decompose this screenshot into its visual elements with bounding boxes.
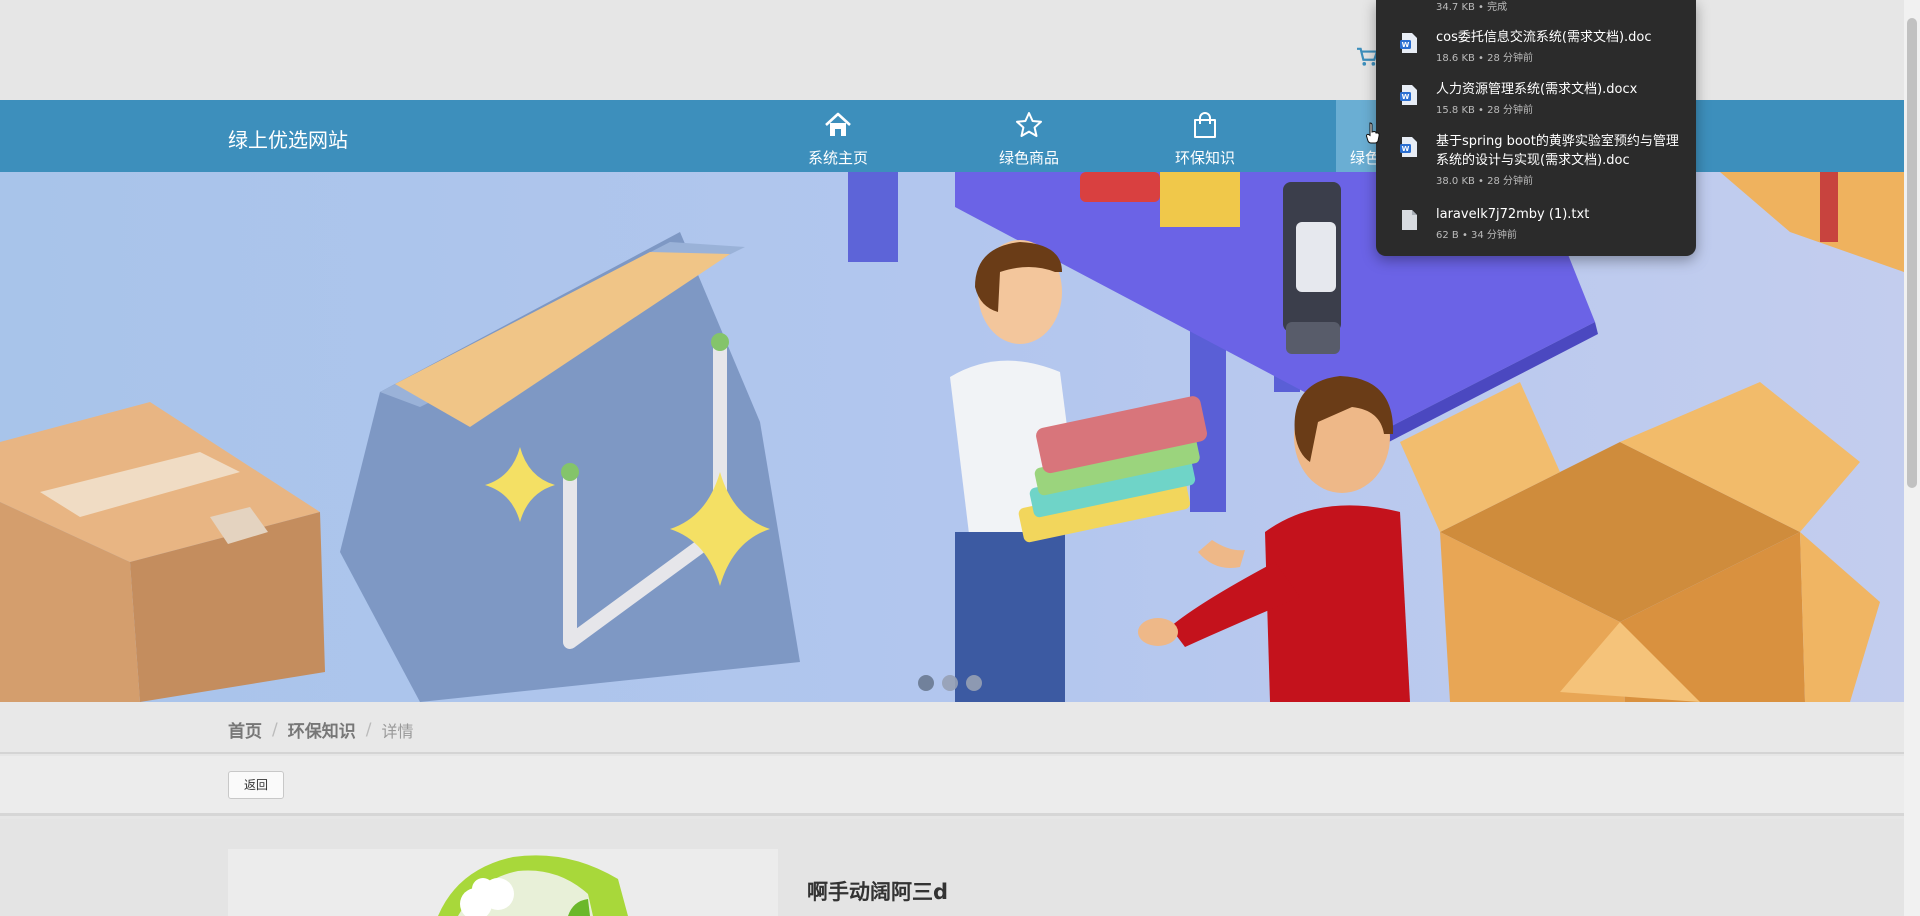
nav-item-green-products[interactable]: 绿色商品 [954, 100, 1104, 172]
download-file-name: 人力资源管理系统(需求文档).docx [1436, 82, 1638, 97]
download-item[interactable]: laravelk7j72mby (1).txt 62 B • 34 分钟前 [1376, 205, 1696, 245]
star-icon [1016, 112, 1042, 137]
nav-item-label: 系统主页 [807, 149, 868, 167]
carousel-dots [918, 675, 982, 691]
svg-text:W: W [1402, 93, 1410, 101]
download-item[interactable]: W 基于spring boot的黄骅实验室预约与管理系统的设计与实现(需求文档)… [1376, 132, 1696, 192]
download-file-name: 基于spring boot的黄骅实验室预约与管理系统的设计与实现(需求文档).d… [1436, 134, 1679, 168]
download-file-name: laravelk7j72mby (1).txt [1436, 207, 1590, 222]
word-doc-icon: W [1400, 85, 1417, 105]
breadcrumb-home[interactable]: 首页 [228, 717, 262, 742]
download-item-partial-meta: 34.7 KB • 完成 [1436, 2, 1508, 13]
word-doc-icon: W [1400, 33, 1417, 53]
download-file-meta: 15.8 KB • 28 分钟前 [1436, 105, 1534, 116]
nav-item-label: 绿色商品 [998, 149, 1059, 167]
svg-text:W: W [1402, 41, 1410, 49]
cart-icon[interactable] [1356, 47, 1378, 67]
download-item[interactable]: W 人力资源管理系统(需求文档).docx 15.8 KB • 28 分钟前 [1376, 80, 1696, 120]
hand-cursor-icon [1366, 122, 1380, 144]
breadcrumb-bar: 首页 / 环保知识 / 详情 [0, 702, 1904, 754]
home-icon [825, 112, 851, 136]
carousel-dot[interactable] [942, 675, 958, 691]
back-button[interactable]: 返回 [228, 771, 284, 799]
word-doc-icon: W [1400, 137, 1417, 157]
carousel-dot[interactable] [918, 675, 934, 691]
breadcrumb-section[interactable]: 环保知识 [288, 717, 356, 742]
breadcrumb: 首页 / 环保知识 / 详情 [228, 717, 414, 743]
download-item[interactable]: W cos委托信息交流系统(需求文档).doc 18.6 KB • 28 分钟前 [1376, 28, 1696, 68]
text-file-icon [1402, 210, 1417, 230]
carousel-dot[interactable] [966, 675, 982, 691]
action-bar: 返回 [0, 756, 1904, 816]
detail-section: 啊手动阔阿三d [0, 819, 1904, 916]
site-title[interactable]: 绿上优选网站 [228, 124, 348, 153]
download-file-name: cos委托信息交流系统(需求文档).doc [1436, 30, 1652, 45]
download-file-meta: 62 B • 34 分钟前 [1436, 230, 1517, 241]
download-file-meta: 38.0 KB • 28 分钟前 [1436, 176, 1534, 187]
page-scrollbar[interactable] [1904, 0, 1920, 916]
svg-text:W: W [1402, 145, 1410, 153]
download-file-meta: 18.6 KB • 28 分钟前 [1436, 53, 1534, 64]
detail-image [228, 849, 778, 916]
nav-item-label: 环保知识 [1174, 149, 1235, 167]
breadcrumb-separator: / [365, 719, 372, 740]
breadcrumb-current: 详情 [381, 721, 414, 741]
nav-item-eco-knowledge[interactable]: 环保知识 [1130, 100, 1280, 172]
detail-title: 啊手动阔阿三d [807, 880, 949, 904]
shopping-bag-icon [1194, 112, 1216, 138]
nav-item-home[interactable]: 系统主页 [763, 100, 913, 172]
downloads-popup: 34.7 KB • 完成 W cos委托信息交流系统(需求文档).doc 18.… [1376, 0, 1696, 256]
scroll-thumb[interactable] [1907, 18, 1917, 488]
breadcrumb-separator: / [272, 719, 278, 740]
